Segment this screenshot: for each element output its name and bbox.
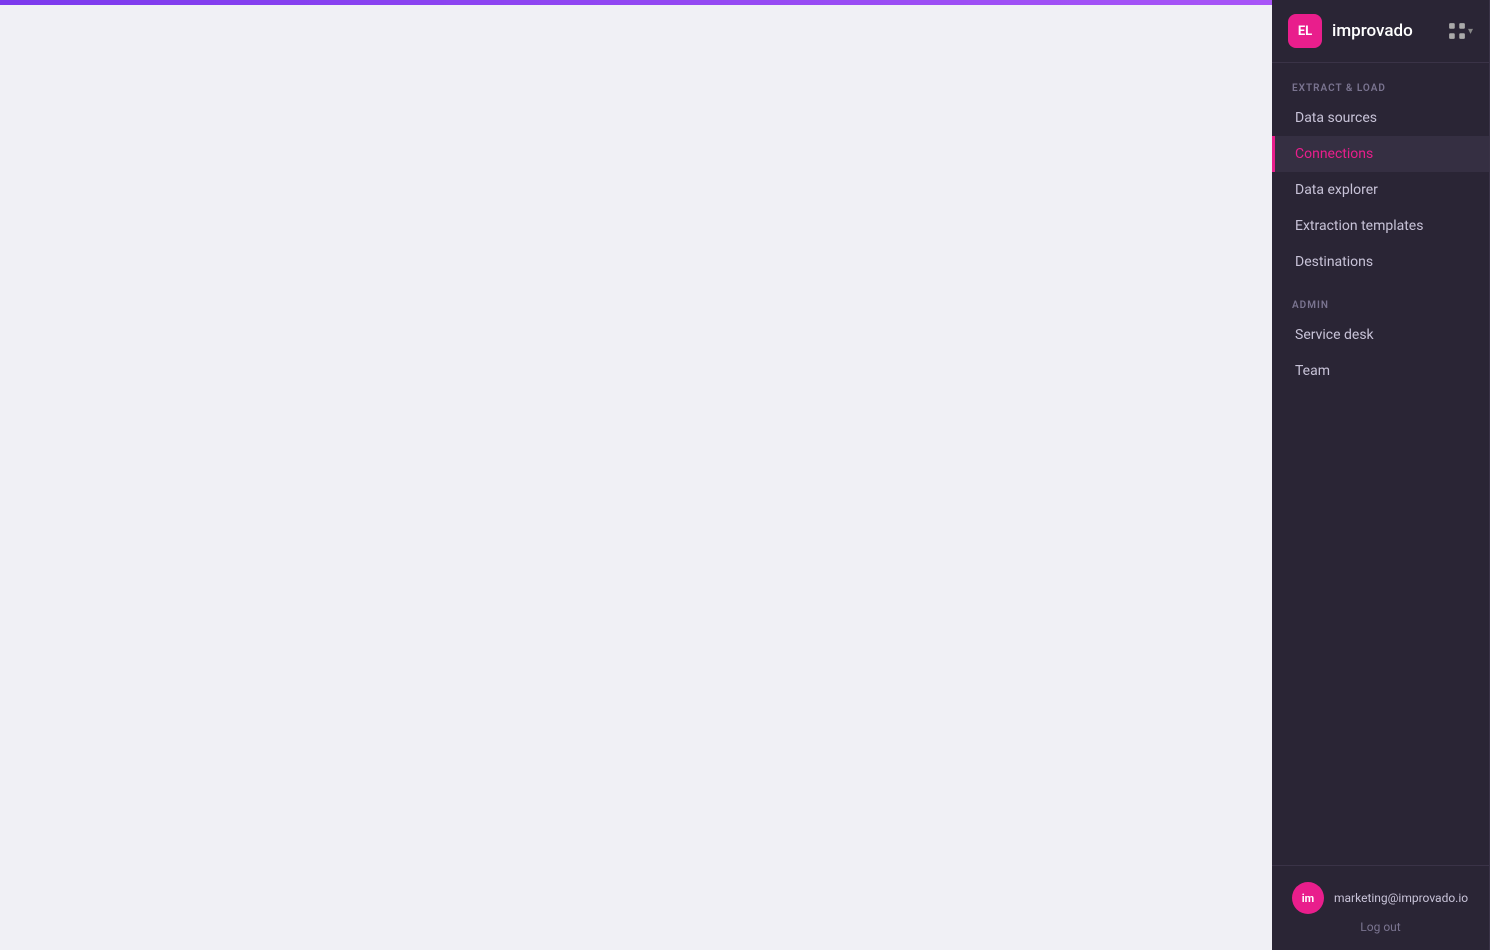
logo-badge: EL [1288,14,1322,48]
sidebar-item-label: Data sources [1295,110,1377,126]
sidebar-item-data-sources[interactable]: Data sources [1272,100,1489,136]
top-accent-bar [0,0,1272,5]
sidebar-item-label: Connections [1295,146,1373,162]
sidebar-item-service-desk[interactable]: Service desk [1272,317,1489,353]
admin-section-label: ADMIN [1272,280,1489,317]
grid-icon[interactable]: ▾ [1448,22,1473,40]
avatar: im [1292,882,1324,914]
sidebar-item-extraction-templates[interactable]: Extraction templates [1272,208,1489,244]
sidebar: EL improvado ▾ EXTRACT & LOAD Data sourc… [1272,0,1490,950]
sidebar-item-label: Service desk [1295,327,1374,343]
sidebar-item-connections[interactable]: Connections [1272,136,1489,172]
extract-load-section-label: EXTRACT & LOAD [1272,63,1489,100]
user-info: im marketing@improvado.io [1292,882,1469,914]
sidebar-item-label: Extraction templates [1295,218,1423,234]
user-email: marketing@improvado.io [1334,891,1468,905]
sidebar-item-label: Data explorer [1295,182,1378,198]
logo-text: improvado [1332,21,1413,41]
sidebar-header: EL improvado ▾ [1272,0,1489,63]
sidebar-footer: im marketing@improvado.io Log out [1272,865,1489,950]
sidebar-item-label: Destinations [1295,254,1373,270]
logout-link[interactable]: Log out [1292,920,1469,934]
sidebar-item-data-explorer[interactable]: Data explorer [1272,172,1489,208]
sidebar-item-destinations[interactable]: Destinations [1272,244,1489,280]
sidebar-item-label: Team [1295,363,1330,379]
sidebar-item-team[interactable]: Team [1272,353,1489,389]
